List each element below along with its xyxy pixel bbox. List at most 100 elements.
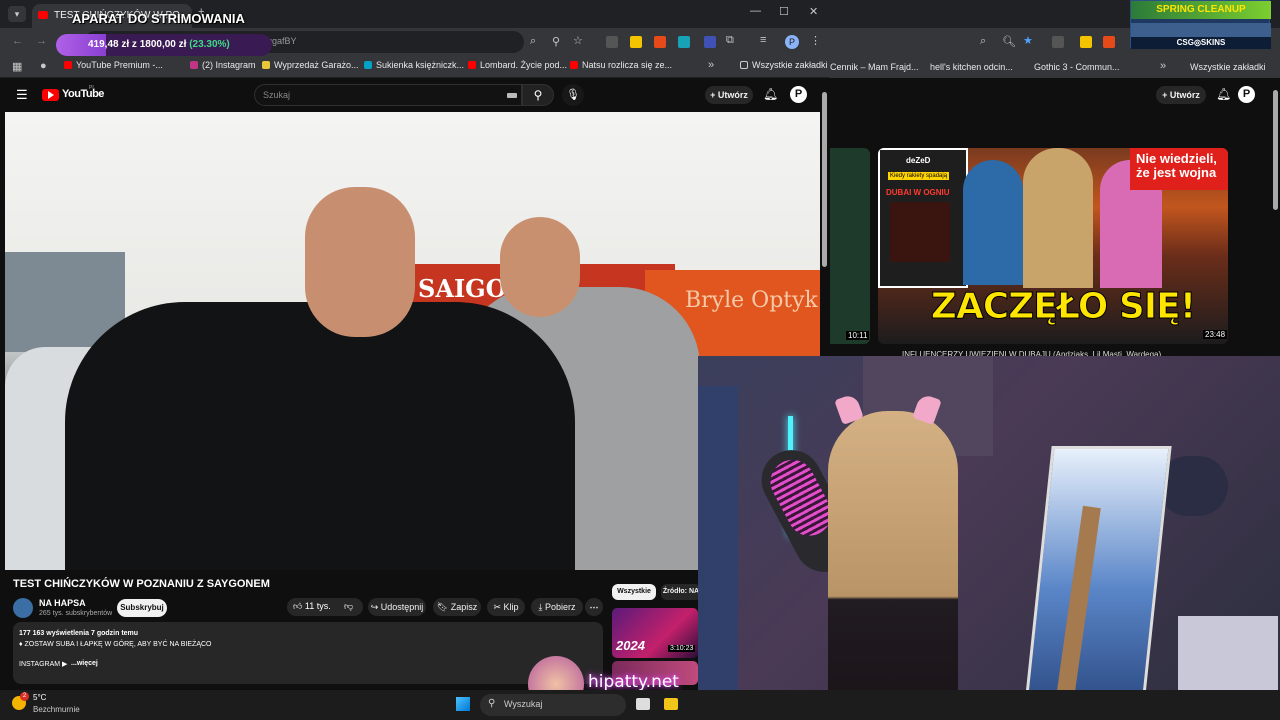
keyboard-icon[interactable] — [507, 93, 517, 98]
bookmark-item[interactable]: hell's kitchen odcin... — [930, 62, 1013, 72]
chevron-right-icon[interactable]: » — [1160, 60, 1166, 72]
inset-channel: deZeD — [906, 156, 931, 165]
bookmark-label: Lombard. Życie pod... — [480, 60, 568, 70]
youtube-icon — [64, 61, 72, 69]
menu-icon[interactable]: ⋮ — [810, 34, 821, 47]
instagram-link[interactable]: INSTAGRAM ▶ — [19, 660, 67, 668]
search-button[interactable]: ⚲ — [522, 84, 554, 106]
recommended-thumbnail[interactable]: 2024 3:10:23 — [612, 608, 698, 658]
star-icon[interactable]: ★ — [1023, 34, 1033, 47]
stream-title: APARAT DO STRIMOWANIA — [72, 11, 245, 26]
avatar[interactable]: P — [790, 86, 807, 103]
views-line: 177 163 wyświetlenia 7 godzin temu — [19, 630, 139, 637]
video-thumbnail-partial[interactable]: 10:11 — [830, 148, 870, 344]
chip-source[interactable]: Źródło: NA — [661, 584, 701, 600]
bookmark-item[interactable]: YouTube Premium -... — [64, 60, 163, 70]
more-link[interactable]: ...więcej — [71, 660, 98, 667]
extension-icon[interactable] — [678, 36, 690, 48]
scrollbar[interactable] — [1273, 90, 1278, 210]
channel-avatar[interactable] — [13, 598, 33, 618]
channel-name[interactable]: NA HAPSA — [39, 598, 86, 608]
canvas-painting — [1024, 446, 1172, 706]
create-button[interactable]: + Utwórz — [705, 86, 753, 104]
search-icon[interactable]: ⚲ — [552, 35, 560, 48]
thumbnail-banner: Nie wiedzieli, że jest wojna — [1130, 148, 1228, 190]
extension-icon[interactable] — [606, 36, 618, 48]
bookmark-item[interactable]: Natsu rozlicza się ze... — [570, 60, 672, 70]
extension-icon[interactable] — [1080, 36, 1092, 48]
download-icon: ⤓ — [538, 602, 543, 612]
clip-button[interactable]: ✂ Klip — [487, 598, 525, 616]
duration-badge: 3:10:23 — [668, 645, 696, 652]
bookmark-item[interactable]: (2) Instagram — [190, 60, 256, 70]
bell-icon[interactable]: 🔔︎ — [763, 87, 778, 101]
bookmark-item[interactable]: Lombard. Życie pod... — [468, 60, 567, 70]
extension-icon[interactable] — [630, 36, 642, 48]
create-button[interactable]: + Utwórz — [1156, 86, 1206, 104]
extension-icon[interactable] — [1052, 36, 1064, 48]
file-explorer-icon[interactable] — [664, 698, 678, 710]
chip-all[interactable]: Wszystkie — [612, 584, 656, 600]
person-figure — [1023, 148, 1093, 288]
thumbnail-inset: deZeD Kiedy rakiety spadają DUBAI W OGNI… — [878, 148, 968, 288]
search-icon[interactable]: 🔍︎ — [1002, 35, 1016, 48]
zoom-icon[interactable]: ⌕ — [980, 35, 986, 48]
media-icon[interactable]: ≡ — [760, 34, 766, 46]
more-actions-button[interactable]: ⋯ — [585, 598, 603, 616]
download-button[interactable]: ⤓ Pobierz — [531, 598, 583, 616]
play-triangle — [48, 91, 54, 99]
subscribe-button[interactable]: Subskrybuj — [117, 599, 167, 617]
like-button[interactable]: 👍︎ 11 tys. — [293, 601, 331, 612]
taskbar-search[interactable]: ⚲ Wyszukaj — [480, 694, 626, 716]
back-icon[interactable]: ← — [12, 35, 23, 47]
all-bookmarks[interactable]: Wszystkie zakładki — [740, 60, 828, 70]
profile-avatar[interactable]: P — [785, 35, 799, 49]
donation-goal-bar: 419,48 zł z 1800,00 zł (23.30%) — [56, 34, 272, 56]
puzzle-icon[interactable]: ⧉ — [726, 34, 734, 47]
maximize-icon[interactable]: ☐ — [779, 5, 789, 18]
tab-search-button[interactable]: ▾ — [8, 6, 26, 22]
extension-icon[interactable] — [1103, 36, 1115, 48]
dislike-button[interactable]: 👎︎ — [344, 601, 353, 612]
task-view-icon[interactable] — [636, 698, 650, 710]
chevron-right-icon[interactable]: » — [708, 59, 714, 71]
description-box[interactable]: 177 163 wyświetlenia 7 godzin temu ♦ ZOS… — [13, 622, 603, 684]
hamburger-menu-icon[interactable]: ☰ — [16, 87, 28, 103]
extension-icon[interactable] — [704, 36, 716, 48]
scrollbar[interactable] — [822, 92, 827, 267]
save-button[interactable]: 🔖︎ Zapisz — [433, 598, 481, 616]
all-bookmarks[interactable]: Wszystkie zakładki — [1190, 62, 1266, 72]
zoom-icon[interactable]: ⌕ — [530, 35, 536, 48]
github-icon[interactable]: ● — [40, 60, 47, 72]
thumbnail-year: 2024 — [616, 638, 645, 653]
brand-tag: SPRING CLEANUP — [1131, 1, 1271, 19]
share-button[interactable]: ↪ Udostępnij — [368, 598, 426, 616]
youtube-logo-text[interactable]: YouTube — [62, 88, 104, 100]
avatar[interactable]: P — [1238, 86, 1255, 103]
bookmark-item[interactable]: Sukienka księżniczk... — [364, 60, 464, 70]
apps-icon[interactable]: ▦ — [12, 60, 22, 73]
star-icon[interactable]: ☆ — [573, 34, 583, 47]
weather-temp: 5°C — [33, 693, 47, 702]
save-label: Zapisz — [450, 602, 478, 612]
weather-desc: Bezchmurnie — [33, 705, 80, 714]
windows-start-icon[interactable] — [456, 697, 470, 711]
person-head — [305, 187, 415, 337]
close-icon[interactable]: ✕ — [809, 5, 818, 18]
video-thumbnail[interactable]: deZeD Kiedy rakiety spadają DUBAI W OGNI… — [878, 148, 1228, 344]
forward-icon[interactable]: → — [36, 35, 47, 47]
search-placeholder: Szukaj — [263, 90, 291, 100]
minimize-icon[interactable]: — — [750, 5, 761, 17]
subscriber-count: 265 tys. subskrybentów — [39, 610, 113, 617]
microphone-icon[interactable]: 🎙︎ — [562, 84, 584, 106]
bell-icon[interactable]: 🔔︎ — [1216, 87, 1231, 101]
bookmark-item[interactable]: Gothic 3 - Commun... — [1034, 62, 1120, 72]
inset-dubai: DUBAI W OGNIU — [886, 188, 950, 197]
extension-icon[interactable] — [654, 36, 666, 48]
bookmark-item[interactable]: Cennik – Mam Frajd... — [830, 62, 919, 72]
search-input[interactable]: Szukaj — [254, 84, 522, 106]
thumbs-up-icon: 👍︎ — [293, 601, 303, 611]
bookmark-item[interactable]: Wyprzedaż Garażo... — [262, 60, 358, 70]
streamer — [828, 411, 958, 720]
share-icon: ↪ — [370, 602, 379, 612]
